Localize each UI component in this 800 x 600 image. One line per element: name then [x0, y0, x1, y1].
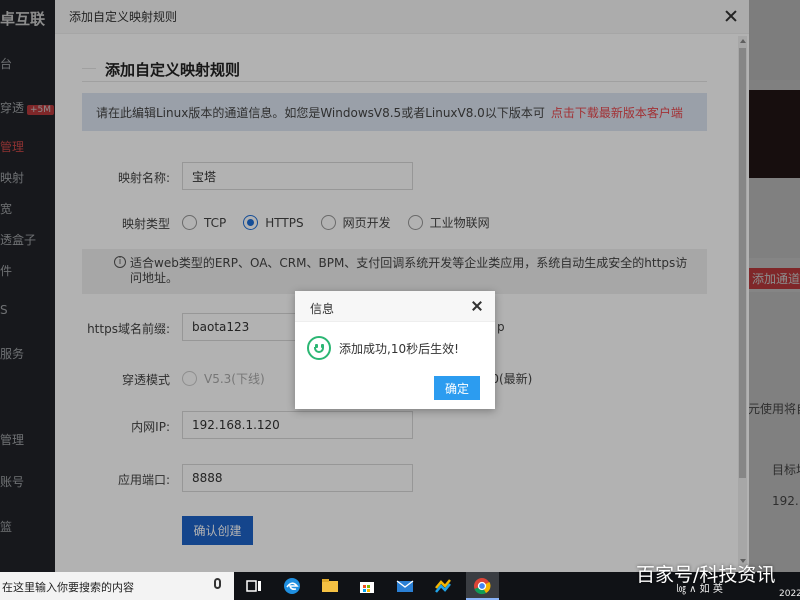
close-icon[interactable]	[471, 300, 483, 312]
message-dialog: 信息 添加成功,10秒后生效! 确定	[295, 291, 495, 409]
message-overlay	[55, 0, 749, 572]
app-icon[interactable]	[433, 576, 453, 596]
edge-browser-icon[interactable]	[282, 576, 302, 596]
message-title: 信息	[310, 302, 335, 316]
microphone-icon[interactable]	[214, 578, 221, 589]
clock-year: 2022	[779, 589, 800, 599]
system-tray[interactable]: ㏒ ∧ 如 英	[676, 580, 723, 595]
taskbar-search[interactable]: 在这里输入你要搜索的内容	[0, 572, 234, 600]
smile-icon	[307, 336, 331, 360]
chrome-taskbar-item[interactable]	[466, 572, 499, 600]
message-body: 添加成功,10秒后生效!	[307, 336, 459, 360]
chrome-icon	[474, 578, 491, 595]
store-icon[interactable]	[357, 576, 377, 596]
ok-button[interactable]: 确定	[434, 376, 480, 400]
message-text: 添加成功,10秒后生效!	[339, 341, 459, 356]
search-placeholder: 在这里输入你要搜索的内容	[2, 581, 134, 594]
mail-icon[interactable]	[395, 576, 415, 596]
file-explorer-icon[interactable]	[320, 576, 340, 596]
task-view-icon[interactable]	[244, 576, 264, 596]
message-header: 信息	[295, 291, 495, 322]
